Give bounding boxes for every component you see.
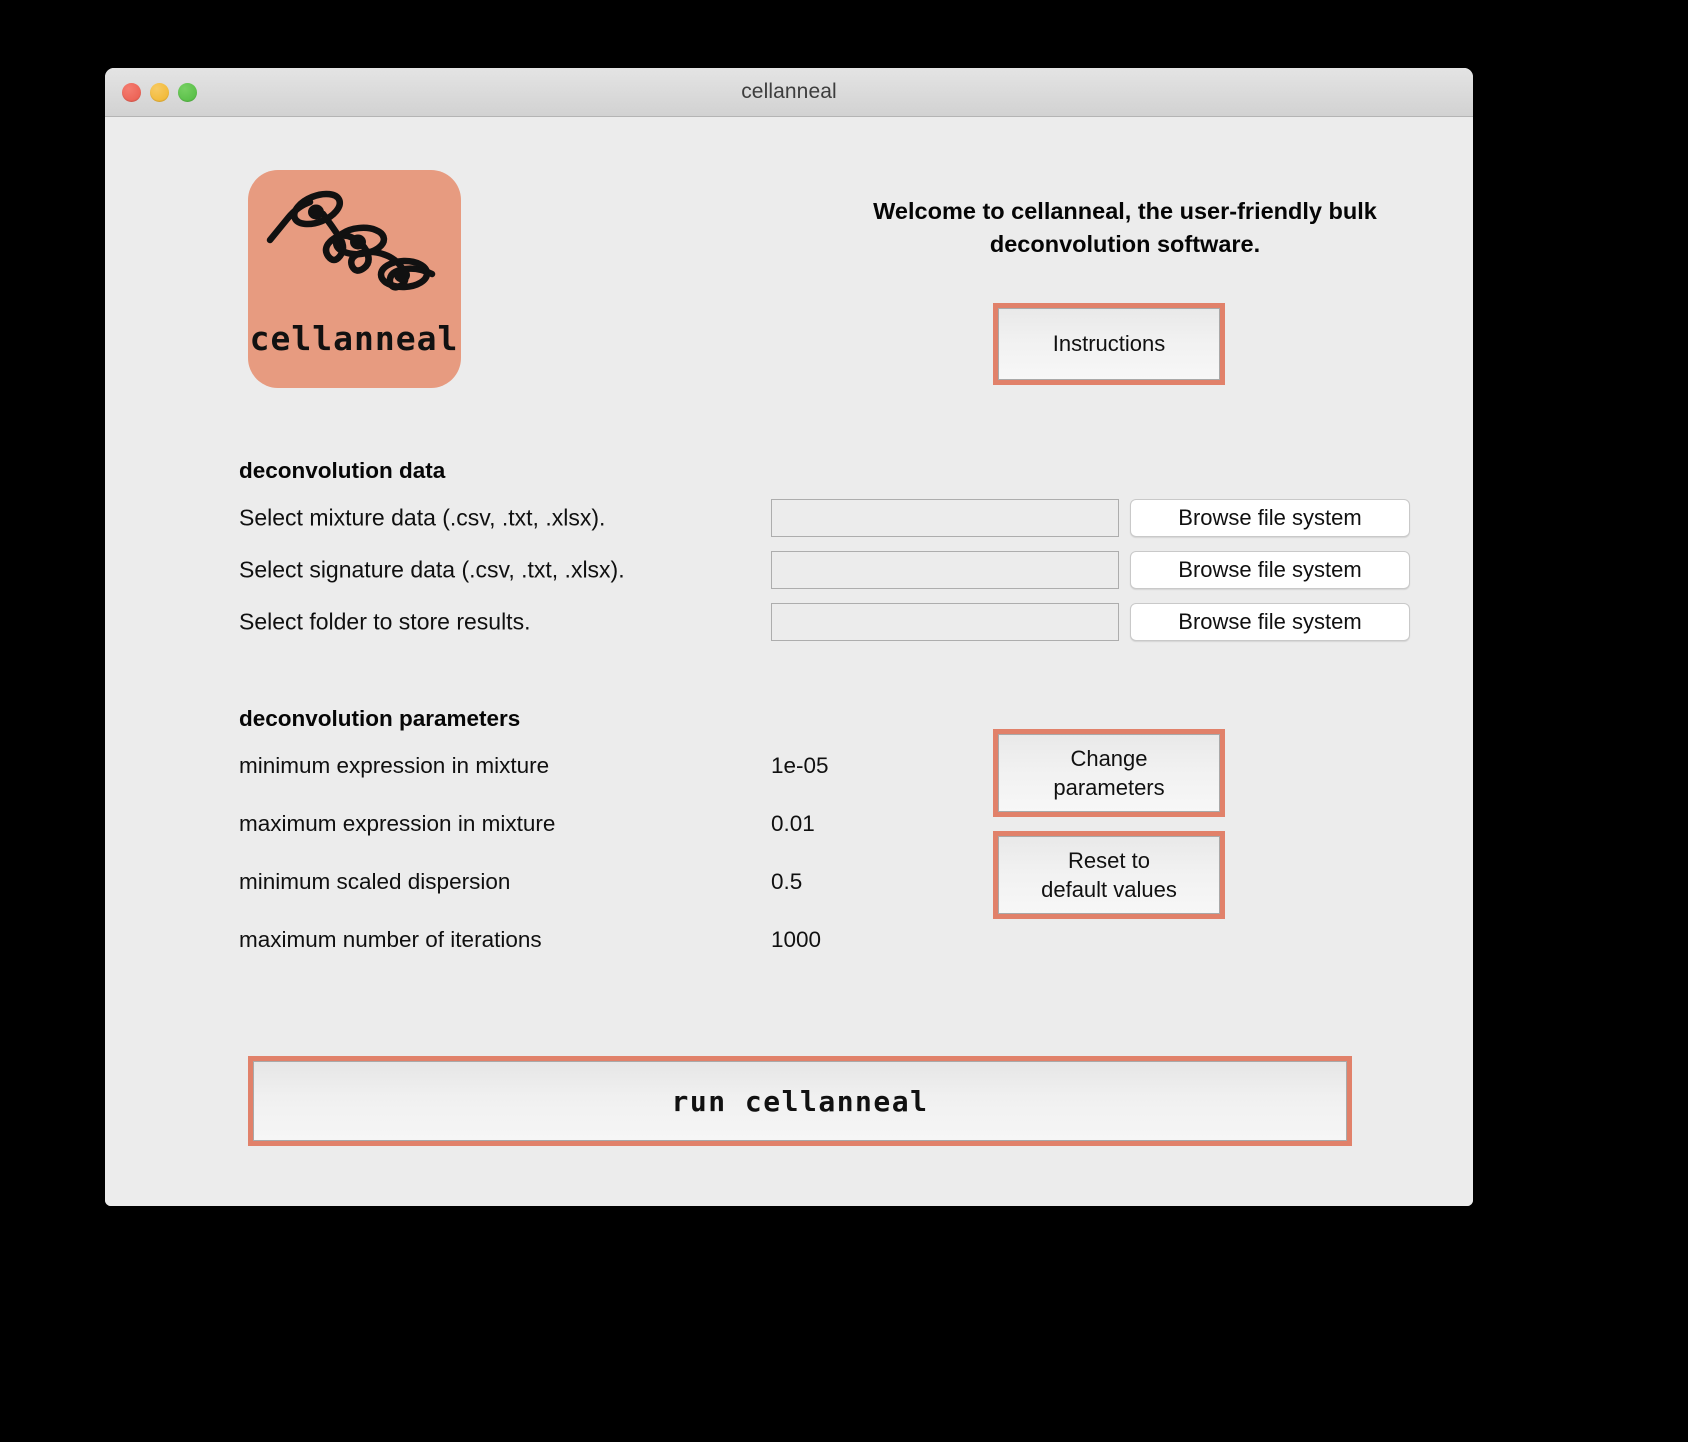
parameter-value: 1e-05 xyxy=(771,753,829,778)
reset-defaults-button[interactable]: Reset to default values xyxy=(993,831,1225,919)
maximize-window-button[interactable] xyxy=(178,82,197,102)
signature-data-row: Select signature data (.csv, .txt, .xlsx… xyxy=(239,550,1410,590)
close-window-button[interactable] xyxy=(122,82,141,102)
window-content: cellanneal Welcome to cellanneal, the us… xyxy=(105,117,1473,1206)
parameter-row: minimum expression in mixture 1e-05 xyxy=(239,750,959,782)
results-folder-input[interactable] xyxy=(771,603,1119,641)
parameter-name: minimum expression in mixture xyxy=(239,753,550,778)
change-parameters-button-label: Change parameters xyxy=(998,734,1220,812)
run-cellanneal-button-label: run cellanneal xyxy=(253,1061,1347,1141)
results-folder-label: Select folder to store results. xyxy=(239,608,531,635)
results-folder-row: Select folder to store results. Browse f… xyxy=(239,602,1410,642)
signature-data-input[interactable] xyxy=(771,551,1119,589)
app-window: cellanneal cellanneal Welcome to cellann… xyxy=(105,68,1473,1206)
parameter-value: 0.5 xyxy=(771,869,803,894)
deconvolution-data-heading: deconvolution data xyxy=(239,458,446,483)
mixture-browse-button[interactable]: Browse file system xyxy=(1130,499,1410,537)
deconvolution-parameters-heading: deconvolution parameters xyxy=(239,706,521,731)
parameter-row: maximum expression in mixture 0.01 xyxy=(239,808,959,840)
signature-browse-button[interactable]: Browse file system xyxy=(1130,551,1410,589)
minimize-window-button[interactable] xyxy=(150,82,169,102)
window-titlebar: cellanneal xyxy=(105,68,1473,117)
signature-data-label: Select signature data (.csv, .txt, .xlsx… xyxy=(239,556,625,583)
cellanneal-logo: cellanneal xyxy=(248,170,461,388)
parameter-name: minimum scaled dispersion xyxy=(239,869,511,894)
window-title: cellanneal xyxy=(741,80,837,103)
reset-defaults-button-label: Reset to default values xyxy=(998,836,1220,914)
mixture-data-input[interactable] xyxy=(771,499,1119,537)
run-cellanneal-button[interactable]: run cellanneal xyxy=(248,1056,1352,1146)
parameter-row: maximum number of iterations 1000 xyxy=(239,924,959,956)
welcome-message: Welcome to cellanneal, the user-friendly… xyxy=(873,198,1377,258)
results-folder-browse-button[interactable]: Browse file system xyxy=(1130,603,1410,641)
cellanneal-logo-artwork: cellanneal xyxy=(250,190,459,358)
parameter-row: minimum scaled dispersion 0.5 xyxy=(239,866,959,898)
parameter-name: maximum expression in mixture xyxy=(239,811,556,836)
parameter-name: maximum number of iterations xyxy=(239,927,542,952)
instructions-button-label: Instructions xyxy=(998,308,1220,380)
parameter-value: 0.01 xyxy=(771,811,815,836)
instructions-button[interactable]: Instructions xyxy=(993,303,1225,385)
logo-caption: cellanneal xyxy=(250,319,459,358)
parameter-value: 1000 xyxy=(771,927,822,952)
mixture-data-row: Select mixture data (.csv, .txt, .xlsx).… xyxy=(239,498,1410,538)
mixture-data-label: Select mixture data (.csv, .txt, .xlsx). xyxy=(239,504,606,531)
traffic-lights xyxy=(122,68,197,116)
change-parameters-button[interactable]: Change parameters xyxy=(993,729,1225,817)
